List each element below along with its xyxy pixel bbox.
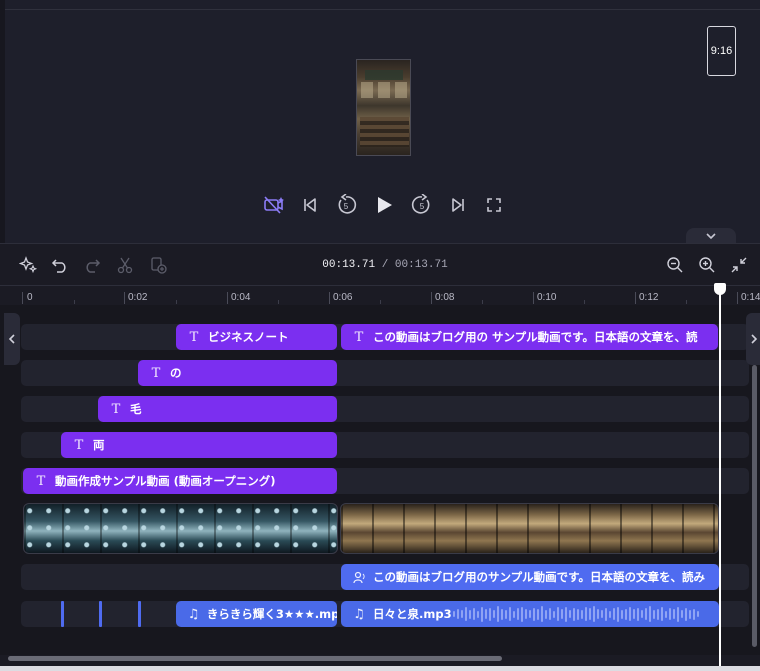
current-time: 00:13.71 bbox=[322, 259, 376, 271]
audio-clip[interactable]: ♫ 日々と泉.mp3 bbox=[341, 601, 719, 627]
camera-magic-icon[interactable] bbox=[262, 193, 286, 217]
text-clip[interactable]: Tの bbox=[138, 360, 337, 386]
ruler-label: 0:08 bbox=[435, 292, 455, 303]
music-note-icon: ♫ bbox=[187, 606, 200, 622]
video-clip-classroom[interactable] bbox=[340, 503, 719, 554]
text-icon: T bbox=[111, 401, 121, 417]
playhead-line[interactable] bbox=[719, 283, 721, 671]
beat-marker[interactable] bbox=[138, 601, 141, 627]
expand-right-panel-button[interactable] bbox=[746, 313, 760, 365]
rewind-5-icon[interactable]: 5 bbox=[334, 193, 358, 217]
bottom-edge bbox=[0, 666, 760, 671]
timeline-toolbar: 00:13.71 / 00:13.71 bbox=[0, 243, 760, 285]
ruler-label: 0:06 bbox=[333, 292, 353, 303]
timeline-ruler[interactable]: 0 0:02 0:04 0:06 0:08 0:10 0:12 0:14 bbox=[0, 285, 760, 305]
total-time: 00:13.71 bbox=[394, 259, 448, 271]
audio-waveform bbox=[453, 605, 699, 623]
video-preview-panel: 9:16 5 5 bbox=[0, 0, 760, 243]
ruler-label: 0:12 bbox=[639, 292, 659, 303]
voice-icon bbox=[351, 571, 367, 584]
text-icon: T bbox=[36, 473, 46, 489]
beat-marker[interactable] bbox=[61, 601, 64, 627]
text-clip[interactable]: T 動画作成サンプル動画 (動画オープニング) bbox=[23, 468, 337, 494]
svg-text:5: 5 bbox=[420, 202, 425, 211]
voiceover-clip[interactable]: この動画はブログ用のサンプル動画です。日本語の文章を、読み bbox=[341, 564, 719, 590]
time-separator: / bbox=[381, 259, 389, 271]
text-clip[interactable]: T この動画はブログ用の サンプル動画です。日本語の文章を、読 bbox=[341, 324, 718, 350]
expand-left-panel-button[interactable] bbox=[4, 313, 20, 365]
track-lane[interactable] bbox=[21, 360, 749, 386]
text-icon: T bbox=[189, 329, 199, 345]
text-icon: T bbox=[74, 437, 84, 453]
music-note-icon: ♫ bbox=[353, 606, 365, 622]
text-clip[interactable]: T ビジネスノート bbox=[176, 324, 337, 350]
text-icon: T bbox=[151, 365, 161, 381]
text-clip[interactable]: T毛 bbox=[98, 396, 337, 422]
chevron-right-icon bbox=[751, 334, 758, 344]
text-clip[interactable]: T両 bbox=[61, 432, 337, 458]
collapse-preview-button[interactable] bbox=[686, 228, 736, 243]
video-clip-space[interactable] bbox=[23, 503, 338, 554]
timecode-display: 00:13.71 / 00:13.71 bbox=[300, 259, 470, 271]
ruler-label: 0:14 bbox=[741, 292, 760, 303]
timeline-tracks: T ビジネスノート T この動画はブログ用の サンプル動画です。日本語の文章を、読 … bbox=[0, 305, 760, 655]
beat-marker[interactable] bbox=[99, 601, 102, 627]
horizontal-scrollbar[interactable] bbox=[8, 656, 502, 661]
ruler-label: 0:02 bbox=[128, 292, 148, 303]
audio-clip[interactable]: ♫ きらきら輝く3★★★.mp3 bbox=[176, 601, 337, 627]
chevron-down-icon bbox=[706, 232, 716, 239]
redo-icon[interactable] bbox=[82, 255, 102, 275]
duplicate-icon[interactable] bbox=[148, 255, 168, 275]
vertical-scrollbar[interactable] bbox=[752, 365, 757, 647]
divider bbox=[0, 9, 760, 10]
forward-5-icon[interactable]: 5 bbox=[410, 193, 434, 217]
playhead-handle[interactable] bbox=[714, 283, 726, 295]
ruler-label: 0 bbox=[27, 292, 33, 303]
undo-icon[interactable] bbox=[50, 255, 70, 275]
text-icon: T bbox=[354, 329, 364, 345]
ruler-label: 0:10 bbox=[537, 292, 557, 303]
ruler-label: 0:04 bbox=[231, 292, 251, 303]
chevron-left-icon bbox=[8, 334, 15, 344]
skip-forward-icon[interactable] bbox=[446, 193, 470, 217]
skip-back-icon[interactable] bbox=[298, 193, 322, 217]
divider bbox=[0, 0, 5, 243]
zoom-in-icon[interactable] bbox=[697, 255, 717, 275]
fullscreen-icon[interactable] bbox=[482, 193, 506, 217]
aspect-ratio-button[interactable]: 9:16 bbox=[707, 26, 736, 76]
svg-text:5: 5 bbox=[344, 202, 349, 211]
magic-sparkle-icon[interactable] bbox=[18, 255, 38, 275]
video-preview-frame[interactable] bbox=[356, 59, 411, 156]
scissors-icon[interactable] bbox=[115, 255, 135, 275]
zoom-out-icon[interactable] bbox=[665, 255, 685, 275]
fit-timeline-icon[interactable] bbox=[729, 255, 749, 275]
play-icon[interactable] bbox=[372, 193, 396, 217]
